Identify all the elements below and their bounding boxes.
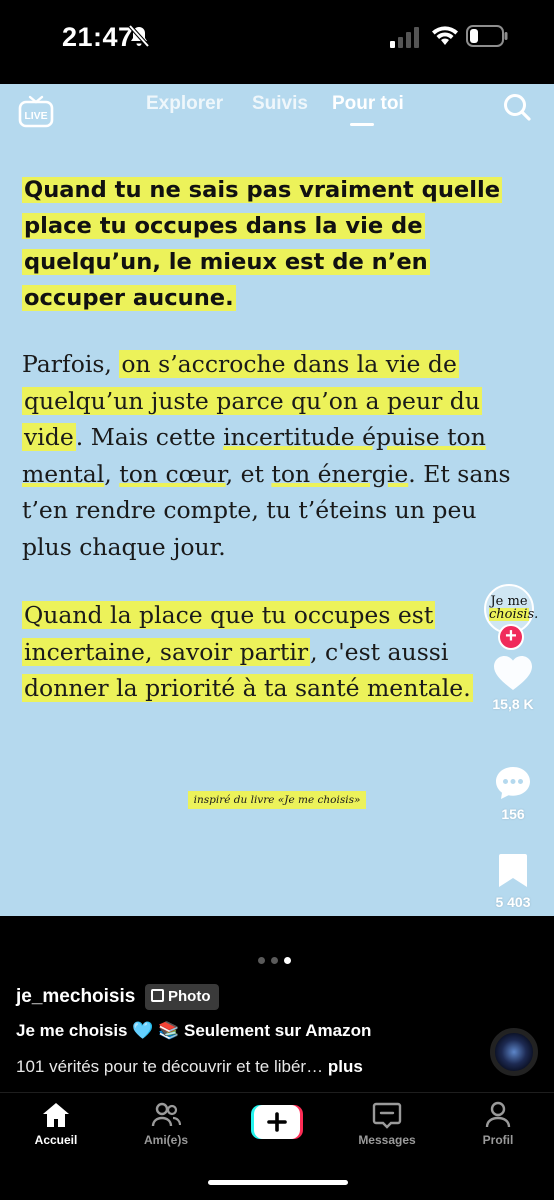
comment-button[interactable]: 156	[483, 764, 543, 822]
wifi-icon	[432, 26, 458, 45]
active-tab-indicator	[350, 123, 374, 126]
clock: 21:47	[62, 22, 134, 52]
create-plus-button[interactable]	[251, 1105, 303, 1139]
creator-username[interactable]: je_mechoisis	[16, 986, 135, 1008]
post-title: Quand tu ne sais pas vraiment quelle pla…	[22, 177, 503, 311]
tab-accueil[interactable]: Accueil	[11, 1101, 101, 1147]
like-count: 15,8 K	[492, 696, 534, 712]
comment-count: 156	[501, 806, 525, 822]
bookmark-count: 5 403	[495, 894, 531, 910]
photo-badge: Photo	[145, 984, 219, 1010]
bell-muted-icon	[128, 24, 150, 48]
profile-icon	[485, 1101, 511, 1128]
tab-profil-label: Profil	[482, 1133, 514, 1147]
post-paragraph-2: Parfois, on s’accroche dans la vie de qu…	[22, 350, 511, 561]
live-label: LIVE	[24, 110, 47, 122]
post-credit: inspiré du livre «Je me choisis»	[0, 790, 554, 809]
caption-line-1: Je me choisis 🩵 📚 Seulement sur Amazon	[16, 1021, 372, 1040]
comment-icon	[496, 767, 530, 799]
home-indicator	[208, 1180, 348, 1185]
tab-amis-label: Ami(e)s	[143, 1133, 188, 1147]
tab-suivis[interactable]: Suivis	[252, 93, 308, 115]
heart-icon	[494, 656, 532, 690]
carousel-dot[interactable]	[271, 957, 278, 964]
status-bar: 21:47	[0, 0, 554, 84]
like-button[interactable]: 15,8 K	[483, 654, 543, 712]
avatar-text-2: choisis.	[489, 607, 539, 622]
post-text: Quand tu ne sais pas vraiment quelle pla…	[22, 172, 522, 707]
bookmark-button[interactable]: 5 403	[483, 852, 543, 910]
friends-icon	[151, 1102, 181, 1127]
search-icon[interactable]	[502, 92, 532, 122]
follow-button[interactable]: +	[498, 624, 524, 650]
carousel-dots	[258, 951, 297, 969]
music-disc[interactable]	[490, 1028, 538, 1076]
tab-messages-label: Messages	[358, 1133, 416, 1147]
photo-icon	[151, 989, 164, 1002]
top-nav: LIVE Explorer Suivis Pour toi	[0, 84, 554, 132]
feed-post[interactable]: LIVE Explorer Suivis Pour toi Quand tu n…	[0, 84, 554, 916]
tab-messages[interactable]: Messages	[342, 1101, 432, 1147]
caption-line-2[interactable]: 101 vérités pour te découvrir et te libé…	[16, 1057, 363, 1077]
bookmark-icon	[499, 854, 527, 887]
carousel-dot[interactable]	[258, 957, 265, 964]
tab-explorer[interactable]: Explorer	[146, 93, 223, 115]
tab-amis[interactable]: Ami(e)s	[121, 1101, 211, 1147]
home-icon	[43, 1103, 69, 1127]
tab-pour-toi[interactable]: Pour toi	[332, 93, 404, 115]
tab-accueil-label: Accueil	[34, 1133, 78, 1147]
tab-profil[interactable]: Profil	[453, 1101, 543, 1147]
carousel-dot-active[interactable]	[284, 957, 291, 964]
post-info: je_mechoisis Photo Je me choisis 🩵 📚 Seu…	[0, 916, 554, 1092]
inbox-icon	[372, 1102, 402, 1129]
live-tv-icon[interactable]: LIVE	[18, 93, 54, 129]
caption-more-link[interactable]: plus	[328, 1057, 363, 1076]
battery-low-icon	[466, 25, 508, 47]
cellular-signal-icon	[390, 27, 419, 48]
post-paragraph-3: Quand la place que tu occupes est incert…	[22, 601, 473, 702]
